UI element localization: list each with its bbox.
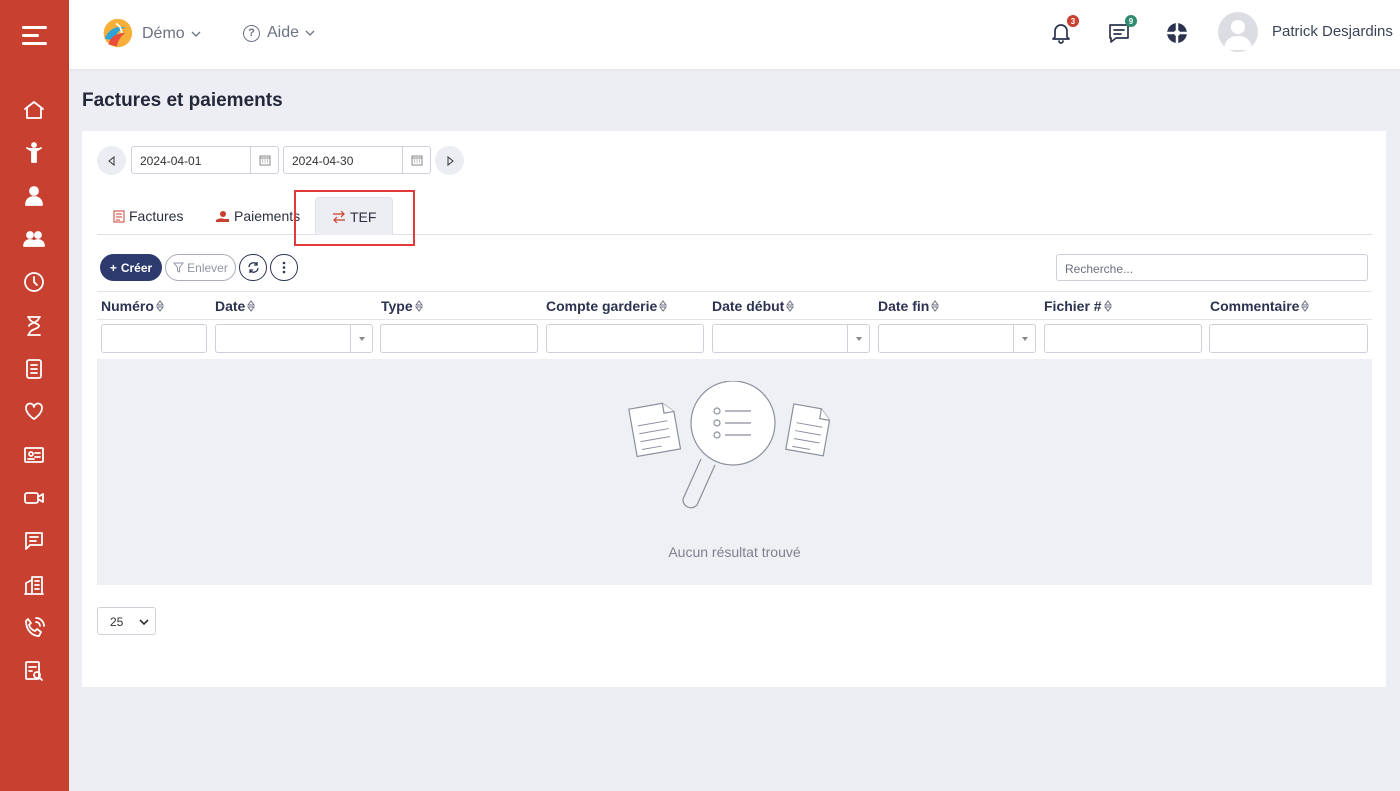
sort-icon: [1103, 300, 1112, 312]
filter-compte-garderie[interactable]: [546, 324, 704, 353]
more-vertical-icon: [282, 261, 286, 274]
filter-type[interactable]: [380, 324, 538, 353]
sort-icon: [414, 300, 423, 312]
clock-icon[interactable]: [20, 268, 48, 296]
empty-state: Aucun résultat trouvé: [97, 359, 1372, 585]
sort-icon: [931, 300, 940, 312]
sidebar: [0, 0, 69, 791]
video-icon[interactable]: [20, 484, 48, 512]
refresh-icon: [247, 262, 259, 273]
chevron-down-icon: [139, 619, 149, 626]
building-icon[interactable]: [20, 571, 48, 599]
table-header: Numéro Date Type Compte garderie Date dé…: [97, 291, 1372, 320]
group-icon[interactable]: [20, 225, 48, 253]
previous-period-button[interactable]: [97, 146, 126, 175]
filter-numero[interactable]: [101, 324, 207, 353]
tabs: Factures Paiements TEF: [97, 194, 1372, 235]
logo: [97, 16, 135, 52]
create-label: Créer: [120, 260, 153, 275]
filter-date-fin[interactable]: [878, 324, 1036, 353]
tab-paiements[interactable]: Paiements: [215, 197, 300, 235]
sort-icon: [155, 300, 164, 312]
id-card-icon[interactable]: [20, 441, 48, 469]
chevron-down-icon: [191, 31, 201, 37]
calendar-icon[interactable]: [250, 147, 278, 173]
sort-icon: [659, 300, 668, 312]
create-button[interactable]: + Créer: [100, 254, 162, 281]
help-menu[interactable]: ? Aide: [243, 24, 315, 42]
dropdown-arrow-icon[interactable]: [350, 325, 372, 352]
column-header-fichier[interactable]: Fichier #: [1044, 298, 1112, 314]
hourglass-icon[interactable]: [20, 312, 48, 340]
column-header-compte-garderie[interactable]: Compte garderie: [546, 298, 668, 314]
sort-icon: [786, 300, 795, 312]
filter-icon: [173, 262, 185, 273]
org-switcher[interactable]: Démo: [97, 16, 201, 52]
remove-filter-button[interactable]: Enlever: [165, 254, 236, 281]
phone-icon[interactable]: [20, 614, 48, 642]
payment-icon: [216, 210, 229, 222]
filter-commentaire[interactable]: [1209, 324, 1368, 353]
question-icon: ?: [243, 24, 260, 42]
refresh-button[interactable]: [239, 254, 267, 281]
page-size-select[interactable]: 25: [97, 607, 156, 635]
lifebuoy-icon: [1166, 22, 1188, 44]
invoice-icon: [113, 210, 125, 222]
empty-message: Aucun résultat trouvé: [668, 544, 801, 560]
next-period-button[interactable]: [435, 146, 464, 175]
more-options-button[interactable]: [270, 254, 298, 281]
tab-label: Factures: [129, 208, 184, 224]
caret-left-icon: [107, 155, 114, 166]
end-date-value: 2024-04-30: [292, 154, 354, 168]
user-name[interactable]: Patrick Desjardins: [1272, 23, 1393, 40]
home-icon[interactable]: [20, 96, 48, 124]
plus-icon: +: [109, 260, 117, 275]
tab-label: Paiements: [234, 208, 301, 224]
calendar-icon[interactable]: [402, 147, 430, 173]
start-date-value: 2024-04-01: [140, 154, 202, 168]
message-badge: 9: [1125, 15, 1137, 27]
topbar: Démo ? Aide 3 9 Patrick Desjardins: [69, 0, 1400, 69]
page-size-value: 25: [110, 615, 124, 629]
search-input[interactable]: Recherche...: [1056, 254, 1368, 281]
highlight-box: [294, 190, 415, 246]
column-header-date[interactable]: Date: [215, 298, 256, 314]
column-header-commentaire[interactable]: Commentaire: [1210, 298, 1310, 314]
column-header-date-fin[interactable]: Date fin: [878, 298, 940, 314]
content-card: 2024-04-01 2024-04-30 Factures Paiements…: [82, 131, 1386, 687]
empty-search-illustration-icon: [628, 381, 831, 509]
column-header-numero[interactable]: Numéro: [101, 298, 164, 314]
notification-badge: 3: [1067, 15, 1079, 27]
child-icon[interactable]: [20, 139, 48, 167]
end-date-input[interactable]: 2024-04-30: [283, 146, 431, 174]
sort-icon: [1301, 300, 1310, 312]
filter-date[interactable]: [215, 324, 373, 353]
tab-factures[interactable]: Factures: [113, 197, 183, 235]
messages-button[interactable]: 9: [1107, 15, 1137, 47]
column-header-type[interactable]: Type: [381, 298, 423, 314]
report-icon[interactable]: [20, 657, 48, 685]
help-label: Aide: [267, 24, 300, 41]
chat-icon[interactable]: [20, 527, 48, 555]
remove-label: Enlever: [187, 260, 228, 275]
heart-icon[interactable]: [20, 397, 48, 425]
notifications-button[interactable]: 3: [1049, 15, 1079, 47]
column-header-date-debut[interactable]: Date début: [712, 298, 795, 314]
support-button[interactable]: [1165, 21, 1191, 47]
hamburger-menu-icon[interactable]: [22, 26, 47, 46]
avatar[interactable]: [1218, 12, 1258, 52]
start-date-input[interactable]: 2024-04-01: [131, 146, 279, 174]
filter-fichier[interactable]: [1044, 324, 1202, 353]
chevron-down-icon: [305, 30, 315, 36]
educator-icon[interactable]: [20, 182, 48, 210]
dropdown-arrow-icon[interactable]: [1013, 325, 1035, 352]
page-title: Factures et paiements: [82, 90, 283, 111]
caret-right-icon: [447, 155, 454, 166]
document-list-icon[interactable]: [20, 355, 48, 383]
org-name: Démo: [142, 25, 185, 42]
sort-icon: [247, 300, 256, 312]
filter-date-debut[interactable]: [712, 324, 870, 353]
dropdown-arrow-icon[interactable]: [847, 325, 869, 352]
